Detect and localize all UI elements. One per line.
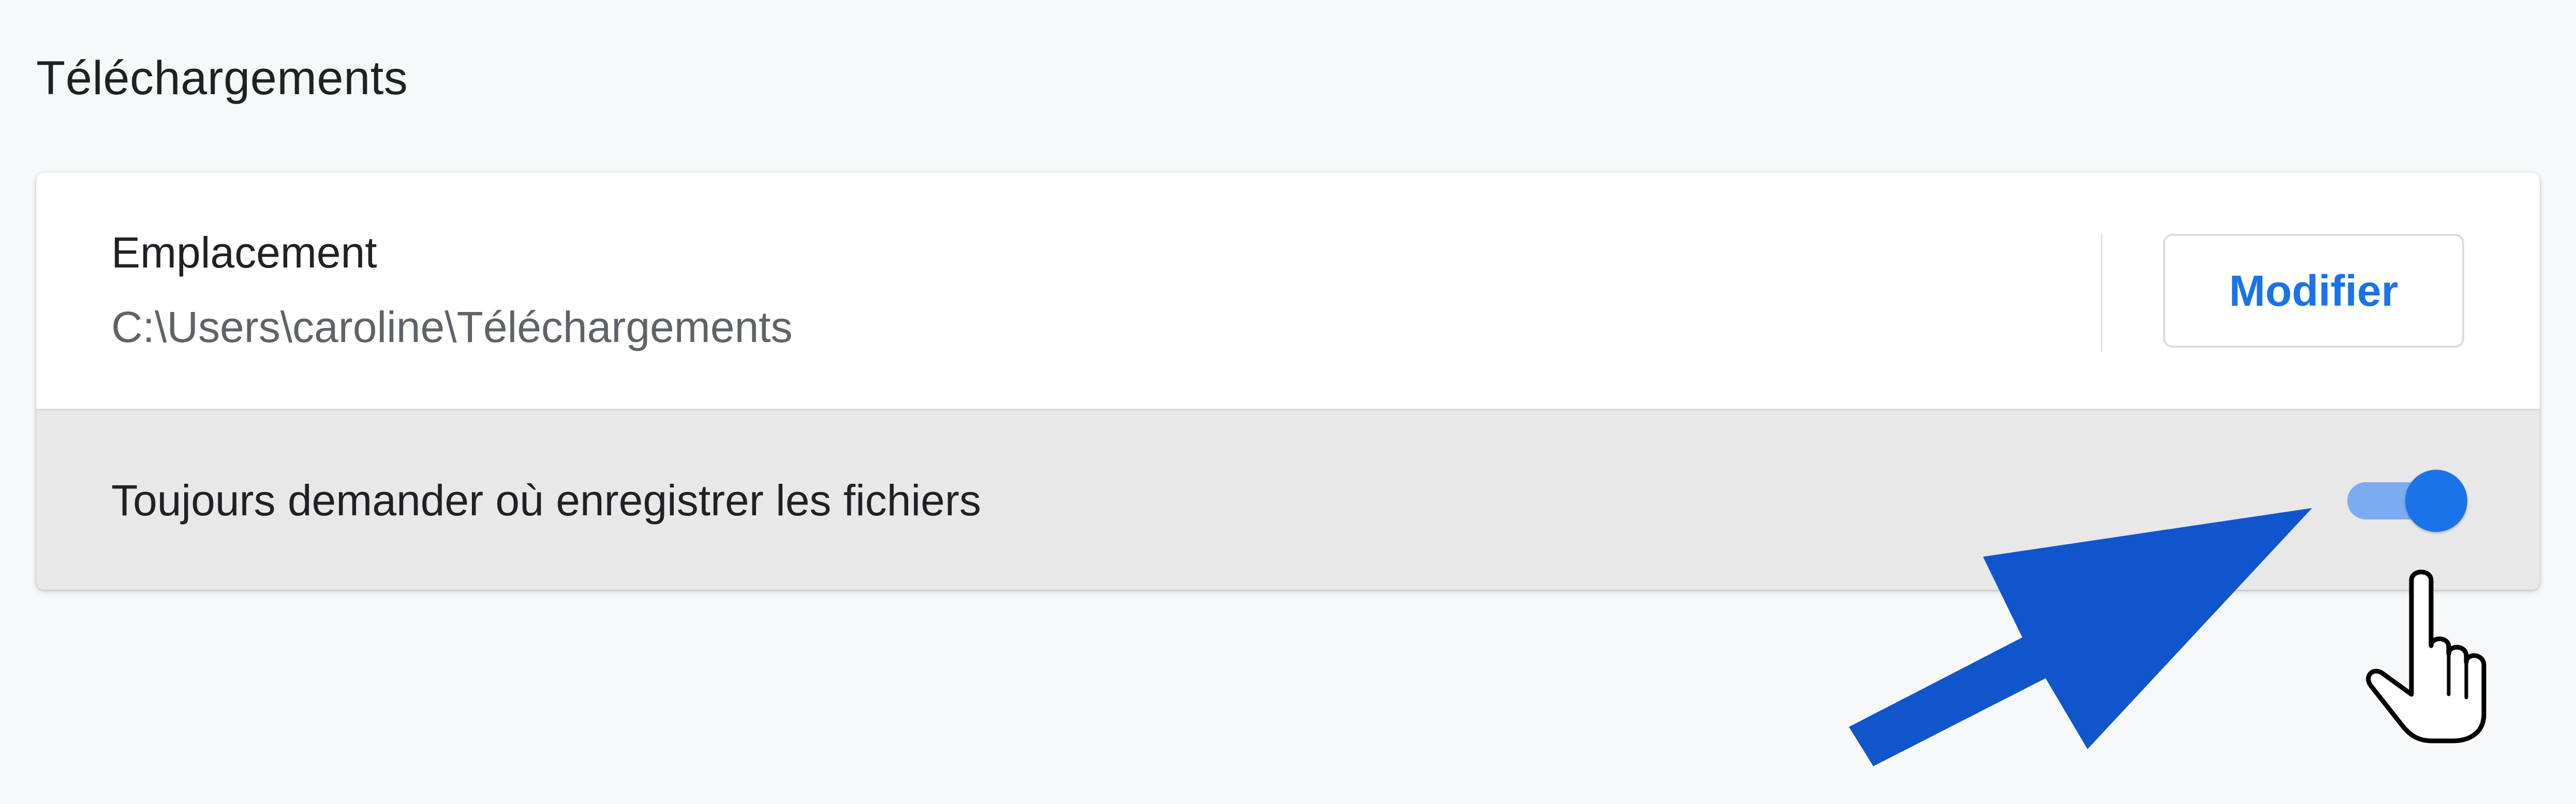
always-ask-toggle[interactable] — [2347, 470, 2467, 532]
location-label: Emplacement — [111, 228, 377, 277]
toggle-knob — [2405, 470, 2467, 532]
location-path: C:\Users\caroline\Téléchargements — [111, 303, 793, 351]
modify-location-button[interactable]: Modifier — [2163, 234, 2464, 348]
location-row: Emplacement C:\Users\caroline\Télécharge… — [36, 173, 2540, 409]
always-ask-label: Toujours demander où enregistrer les fic… — [111, 476, 981, 525]
always-ask-row[interactable]: Toujours demander où enregistrer les fic… — [36, 411, 2540, 590]
section-title: Téléchargements — [36, 52, 408, 105]
vertical-divider — [2101, 233, 2103, 352]
downloads-settings-card: Emplacement C:\Users\caroline\Télécharge… — [36, 173, 2540, 590]
